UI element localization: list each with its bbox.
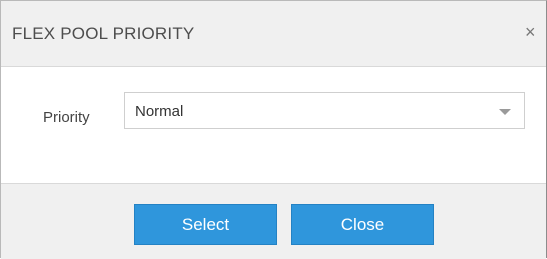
close-icon[interactable]: × (525, 23, 536, 41)
priority-label: Priority (43, 109, 90, 126)
chevron-down-icon (499, 109, 511, 115)
dialog-header: FLEX POOL PRIORITY × (1, 1, 546, 67)
dialog-body: Priority Normal (1, 67, 546, 183)
close-button[interactable]: Close (291, 204, 434, 245)
priority-select[interactable]: Normal (124, 92, 525, 129)
priority-select-value: Normal (135, 103, 184, 120)
flex-pool-priority-dialog: FLEX POOL PRIORITY × Priority Normal Sel… (0, 0, 547, 259)
select-button[interactable]: Select (134, 204, 277, 245)
dialog-title: FLEX POOL PRIORITY (12, 24, 195, 43)
dialog-footer: Select Close (1, 183, 546, 259)
